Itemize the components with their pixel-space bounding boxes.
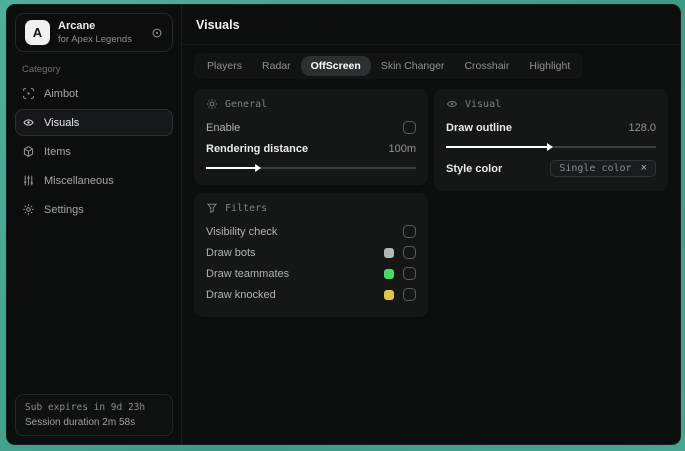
app-subtitle: for Apex Legends — [58, 34, 132, 45]
visibility-check-checkbox[interactable] — [403, 225, 416, 238]
tab-offscreen[interactable]: OffScreen — [300, 56, 371, 76]
sliders-icon — [22, 174, 35, 187]
draw-knocked-row: Draw knocked — [206, 284, 416, 305]
rendering-distance-label: Rendering distance — [206, 142, 309, 155]
sidebar-item-label: Items — [44, 145, 71, 158]
desktop-background: A Arcane for Apex Legends Category Aimbo… — [0, 0, 685, 451]
tab-highlight[interactable]: Highlight — [519, 56, 580, 76]
draw-knocked-label: Draw knocked — [206, 288, 276, 301]
category-label: Category — [22, 64, 61, 75]
sidebar-item-visuals[interactable]: Visuals — [15, 109, 173, 136]
general-section-header: General — [206, 98, 416, 110]
draw-bots-checkbox[interactable] — [403, 246, 416, 259]
filters-section: Filters Visibility check Draw bots Draw … — [194, 193, 428, 317]
tab-skin-changer[interactable]: Skin Changer — [371, 56, 455, 76]
subscription-status-card: Sub expires in 9d 23h Session duration 2… — [15, 394, 173, 436]
draw-teammates-checkbox[interactable] — [403, 267, 416, 280]
sidebar-item-aimbot[interactable]: Aimbot — [15, 80, 173, 107]
crosshair-icon — [22, 87, 35, 100]
content-area: General Enable Rendering distance 100m F… — [182, 79, 680, 327]
target-icon[interactable] — [151, 27, 163, 39]
session-duration-text: Session duration 2m 58s — [25, 417, 136, 428]
eye-icon — [446, 98, 458, 110]
draw-outline-row: Draw outline 128.0 — [446, 117, 656, 138]
filters-section-header: Filters — [206, 202, 416, 214]
gear-icon — [22, 203, 35, 216]
app-brand-card: A Arcane for Apex Legends — [15, 13, 173, 52]
filters-section-title: Filters — [225, 202, 268, 214]
eye-scan-icon — [22, 116, 35, 129]
sidebar-item-settings[interactable]: Settings — [15, 196, 173, 223]
sidebar-nav: Aimbot Visuals Items Miscellaneous Setti… — [7, 80, 181, 223]
draw-teammates-color-swatch[interactable] — [384, 268, 394, 279]
app-title: Arcane — [58, 20, 96, 32]
style-color-tag[interactable]: Single color × — [550, 160, 656, 177]
visibility-check-row: Visibility check — [206, 221, 416, 242]
tab-players[interactable]: Players — [197, 56, 252, 76]
draw-teammates-row: Draw teammates — [206, 263, 416, 284]
app-window: A Arcane for Apex Legends Category Aimbo… — [6, 4, 681, 445]
slider-fill — [446, 142, 553, 151]
draw-knocked-color-swatch[interactable] — [384, 289, 394, 300]
slider-fill — [206, 163, 261, 172]
visual-section-title: Visual — [465, 98, 502, 110]
cube-icon — [22, 145, 35, 158]
main-header: Visuals — [182, 5, 680, 45]
visual-section: Visual Draw outline 128.0 Style color Si… — [434, 89, 668, 191]
sidebar-item-miscellaneous[interactable]: Miscellaneous — [15, 167, 173, 194]
draw-bots-color-swatch[interactable] — [384, 247, 394, 258]
enable-checkbox[interactable] — [403, 121, 416, 134]
visibility-check-label: Visibility check — [206, 225, 278, 238]
draw-outline-value: 128.0 — [628, 121, 656, 134]
app-logo: A — [25, 20, 50, 45]
slider-arrowhead-icon[interactable] — [547, 142, 553, 151]
page-title: Visuals — [196, 17, 240, 32]
style-color-label: Style color — [446, 162, 503, 175]
sub-expiry-text: Sub expires in 9d 23h — [25, 402, 146, 413]
draw-knocked-checkbox[interactable] — [403, 288, 416, 301]
sidebar-item-label: Settings — [44, 203, 84, 216]
sidebar-item-items[interactable]: Items — [15, 138, 173, 165]
rendering-distance-row: Rendering distance 100m — [206, 138, 416, 159]
enable-label: Enable — [206, 121, 241, 134]
tab-bar: Players Radar OffScreen Skin Changer Cro… — [194, 53, 584, 79]
tab-crosshair[interactable]: Crosshair — [454, 56, 519, 76]
general-section: General Enable Rendering distance 100m — [194, 89, 428, 185]
main-panel: Visuals Players Radar OffScreen Skin Cha… — [182, 5, 680, 444]
sun-icon — [206, 98, 218, 110]
rendering-distance-value: 100m — [388, 142, 416, 155]
draw-bots-row: Draw bots — [206, 242, 416, 263]
style-color-row: Style color Single color × — [446, 158, 656, 179]
sidebar: A Arcane for Apex Legends Category Aimbo… — [7, 5, 182, 444]
draw-outline-slider[interactable] — [446, 141, 656, 152]
visual-section-header: Visual — [446, 98, 656, 110]
draw-outline-label: Draw outline — [446, 121, 513, 134]
draw-teammates-label: Draw teammates — [206, 267, 290, 280]
close-icon[interactable]: × — [641, 163, 647, 174]
sidebar-item-label: Miscellaneous — [44, 174, 114, 187]
sidebar-item-label: Visuals — [44, 116, 80, 129]
style-color-tag-text: Single color — [559, 163, 632, 174]
draw-bots-label: Draw bots — [206, 246, 256, 259]
filter-funnel-icon — [206, 202, 218, 214]
enable-row: Enable — [206, 117, 416, 138]
tab-radar[interactable]: Radar — [252, 56, 301, 76]
general-section-title: General — [225, 98, 268, 110]
rendering-distance-slider[interactable] — [206, 162, 416, 173]
slider-arrowhead-icon[interactable] — [254, 163, 261, 172]
sidebar-item-label: Aimbot — [44, 87, 79, 100]
